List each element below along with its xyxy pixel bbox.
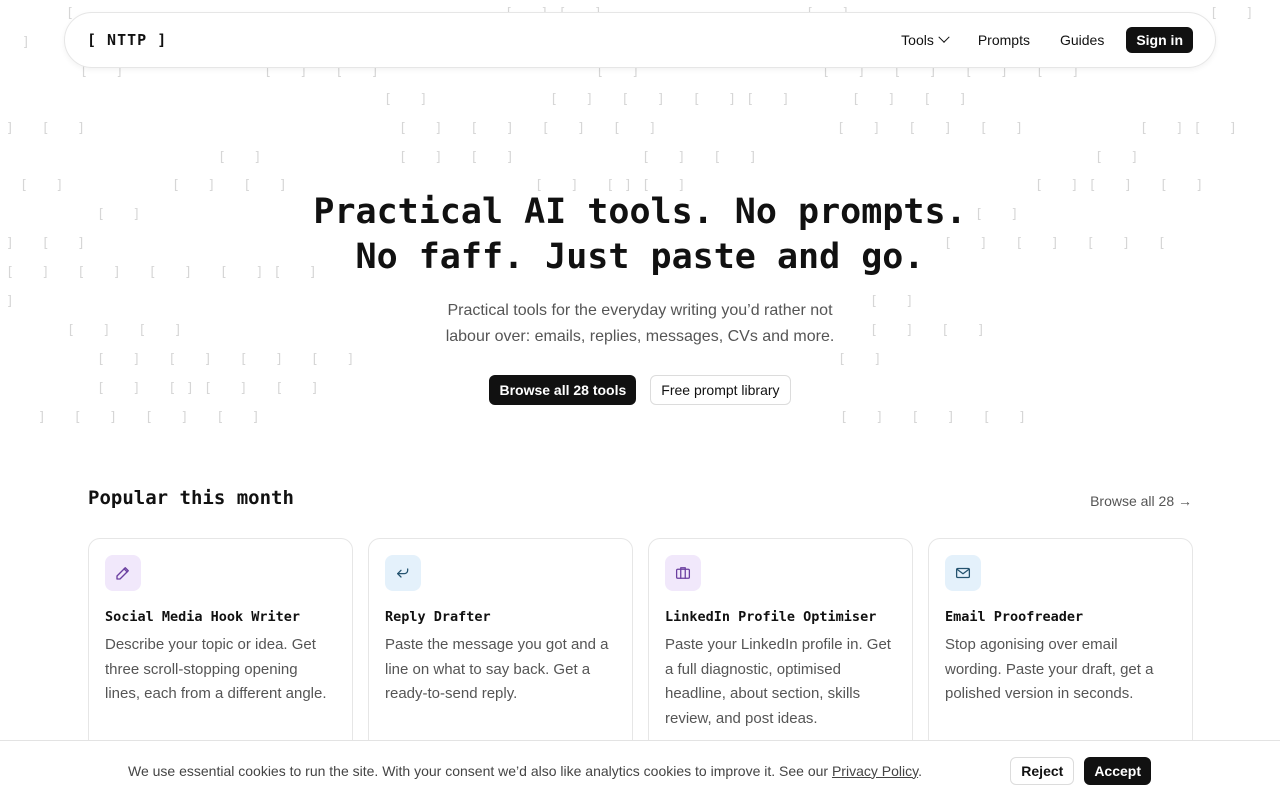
hero-subtitle-line-2: labour over: emails, replies, messages, … — [445, 328, 835, 345]
chevron-down-icon — [938, 31, 950, 43]
hero-title: Practical AI tools. No prompts. No faff.… — [0, 190, 1280, 280]
free-prompt-library-button[interactable]: Free prompt library — [650, 375, 791, 405]
sign-in-button[interactable]: Sign in — [1126, 27, 1193, 53]
tool-card-title: Reply Drafter — [385, 609, 491, 625]
privacy-policy-link[interactable]: Privacy Policy — [832, 763, 918, 779]
nav-item-tools[interactable]: Tools — [901, 31, 950, 48]
nav-item-tools-label: Tools — [901, 32, 934, 48]
hero-title-line-1: Practical AI tools. No prompts. — [313, 192, 967, 232]
hero-actions: Browse all 28 tools Free prompt library — [0, 375, 1280, 405]
tool-card-linkedin-profile-optimiser[interactable]: LinkedIn Profile Optimiser Paste your Li… — [648, 538, 913, 768]
pencil-icon — [105, 555, 141, 591]
tool-card-title: LinkedIn Profile Optimiser — [665, 609, 877, 625]
tool-card-email-proofreader[interactable]: Email Proofreader Stop agonising over em… — [928, 538, 1193, 768]
tool-card-reply-drafter[interactable]: Reply Drafter Paste the message you got … — [368, 538, 633, 768]
browse-all-link[interactable]: Browse all 28 → — [1090, 493, 1192, 509]
nav-item-prompts[interactable]: Prompts — [978, 32, 1030, 48]
hero-subtitle: Practical tools for the everyday writing… — [0, 298, 1280, 350]
tool-card-title: Social Media Hook Writer — [105, 609, 301, 625]
briefcase-icon — [665, 555, 701, 591]
tool-card-title: Email Proofreader — [945, 609, 1084, 625]
tool-card-description: Paste the message you got and a line on … — [385, 636, 609, 702]
main-nav: Tools Prompts Guides Sign in — [901, 27, 1193, 53]
cookie-consent-banner: We use essential cookies to run the site… — [0, 740, 1280, 800]
cookie-consent-message: We use essential cookies to run the site… — [128, 762, 829, 779]
cookie-actions: Reject Accept — [1010, 756, 1151, 785]
nav-item-guides[interactable]: Guides — [1060, 32, 1104, 48]
nav-item-guides-label: Guides — [1059, 32, 1105, 48]
hero-title-line-2: No faff. Just paste and go. — [355, 237, 925, 277]
tool-card-description: Paste your LinkedIn profile in. Get a fu… — [665, 636, 891, 727]
popular-tools-grid: Social Media Hook Writer Describe your t… — [88, 538, 1193, 768]
tool-card-social-media-hook-writer[interactable]: Social Media Hook Writer Describe your t… — [88, 538, 353, 768]
tool-card-description: Stop agonising over email wording. Paste… — [945, 636, 1154, 702]
popular-section-title: Popular this month — [88, 487, 294, 509]
hero-subtitle-line-1: Practical tools for the everyday writing… — [447, 302, 833, 319]
reject-cookies-button[interactable]: Reject — [1010, 756, 1075, 785]
tool-card-description: Describe your topic or idea. Get three s… — [105, 636, 327, 702]
reply-arrow-icon — [385, 555, 421, 591]
nav-item-prompts-label: Prompts — [977, 32, 1030, 48]
top-navigation-bar: [ NTTP ] Tools Prompts Guides Sign in — [64, 12, 1216, 68]
browse-all-tools-button[interactable]: Browse all 28 tools — [489, 375, 637, 405]
envelope-icon — [945, 555, 981, 591]
cookie-consent-text: We use essential cookies to run the site… — [128, 763, 922, 779]
cookie-text-end: . — [918, 762, 922, 779]
accept-cookies-button[interactable]: Accept — [1084, 756, 1151, 785]
site-logo[interactable]: [ NTTP ] — [87, 31, 167, 49]
